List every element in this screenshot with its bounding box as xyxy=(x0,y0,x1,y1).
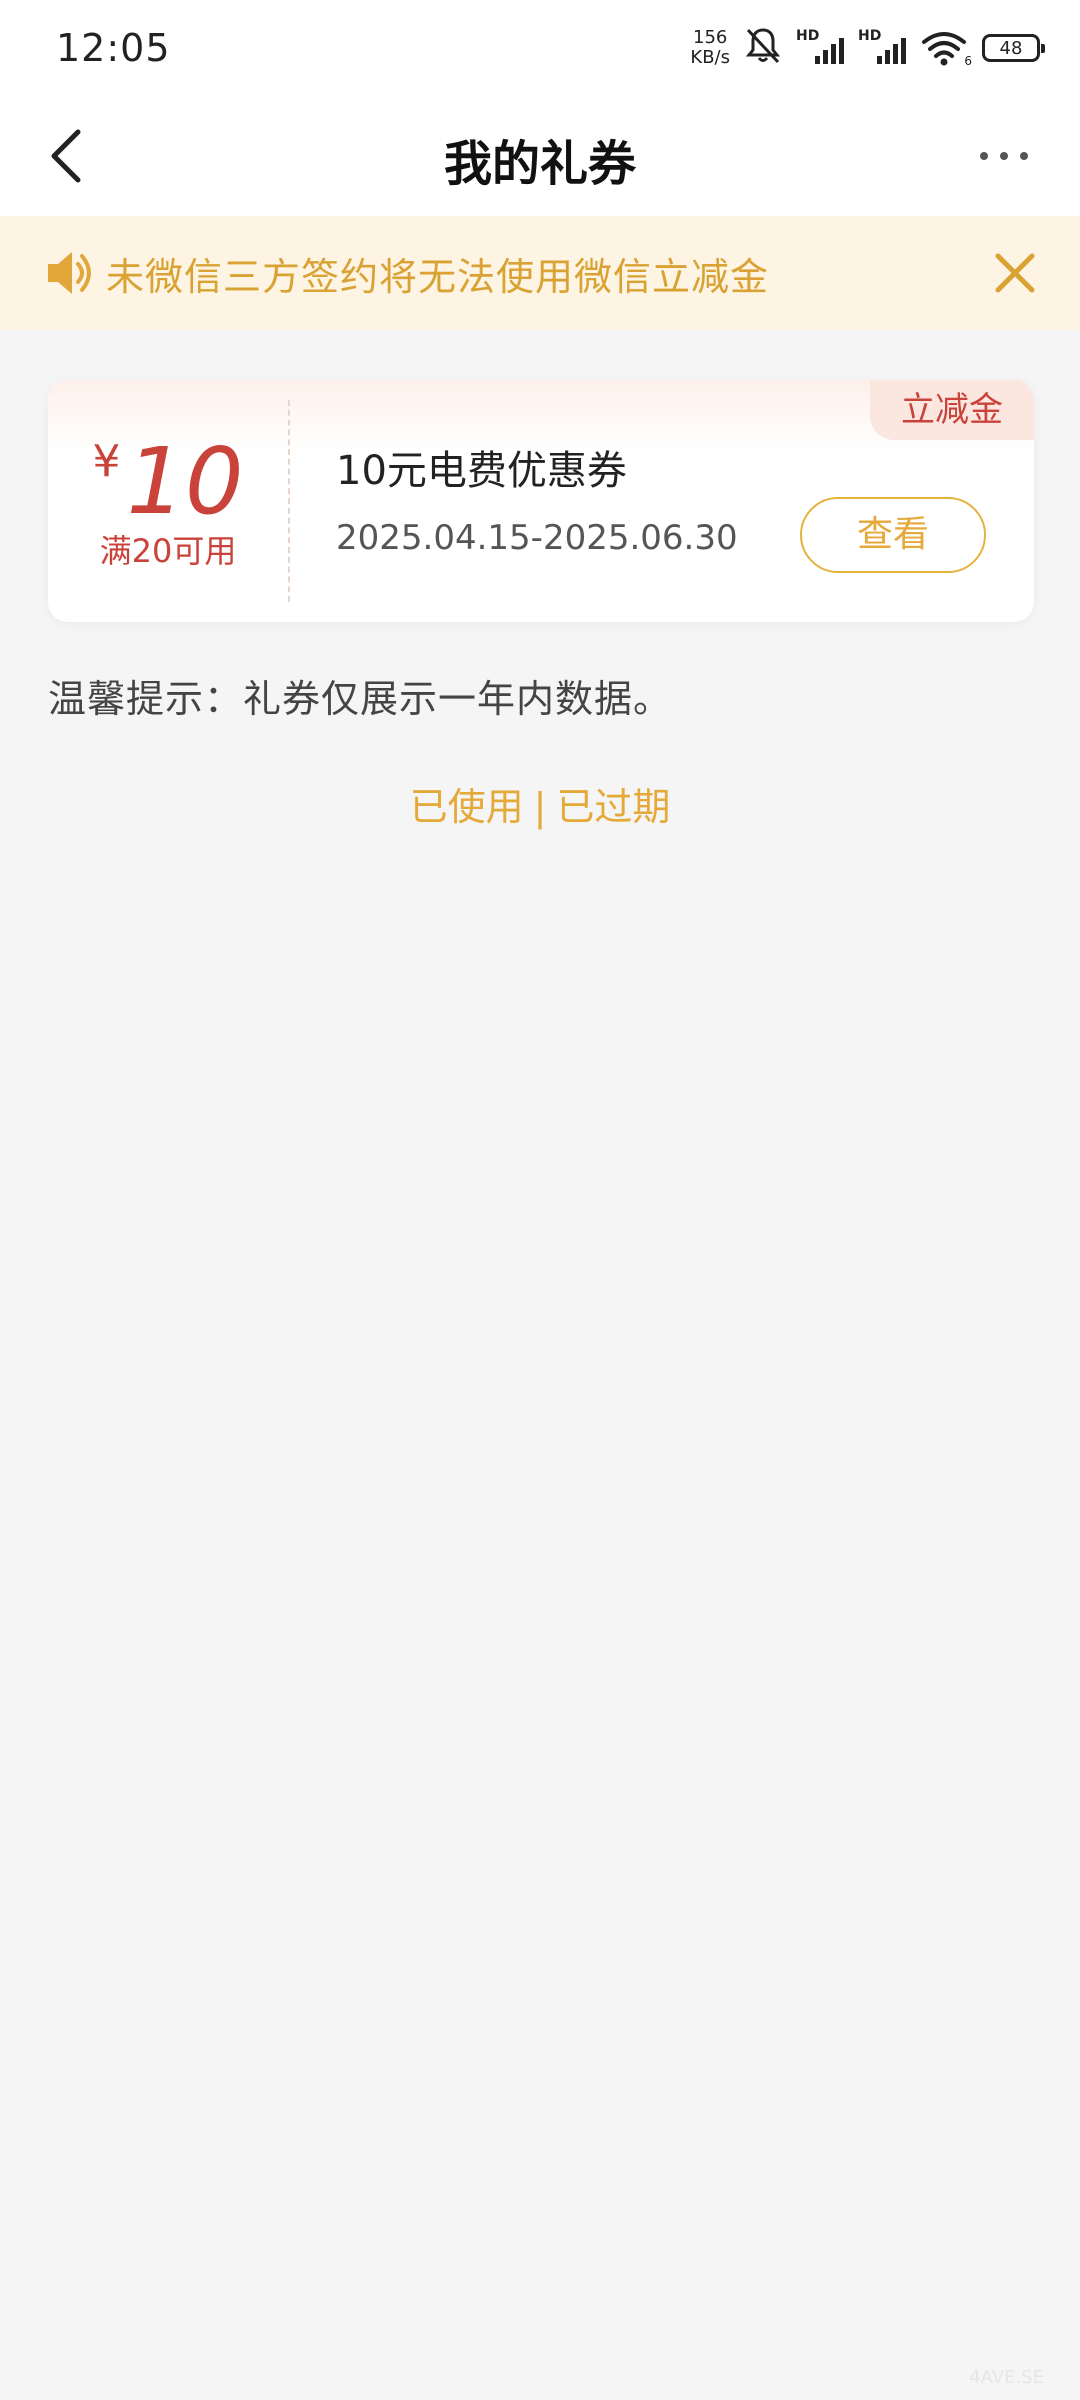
network-speed-unit: KB/s xyxy=(690,47,730,68)
history-links: 已使用 | 已过期 xyxy=(0,776,1080,831)
expired-coupons-link[interactable]: 已过期 xyxy=(556,785,670,829)
coupon-name: 10元电费优惠券 xyxy=(336,448,627,494)
more-button[interactable] xyxy=(964,116,1044,196)
used-coupons-link[interactable]: 已使用 xyxy=(410,785,524,829)
signal-icon: HD xyxy=(858,28,906,68)
coupon-amount-block: ¥10 满20可用 xyxy=(48,380,288,622)
coupon-date-range: 2025.04.15-2025.06.30 xyxy=(336,518,738,558)
view-coupon-button[interactable]: 查看 xyxy=(800,497,986,573)
tip-text: 温馨提示：礼券仅展示一年内数据。 xyxy=(48,677,673,721)
signal-icon: HD xyxy=(796,28,844,68)
currency-symbol: ¥ xyxy=(92,436,121,487)
coupon-amount-value: 10 xyxy=(126,428,244,535)
status-icons: 156 KB/s HD HD 6 48 xyxy=(690,22,1045,74)
battery-level: 48 xyxy=(999,37,1023,59)
page-title: 我的礼券 xyxy=(443,136,636,192)
close-icon xyxy=(995,253,1035,293)
more-dots-icon xyxy=(980,152,988,160)
status-bar: 12:05 156 KB/s HD HD 6 48 xyxy=(0,0,1080,96)
notice-bar: 未微信三方签约将无法使用微信立减金 xyxy=(0,216,1080,330)
nav-bar: 我的礼券 xyxy=(0,96,1080,216)
coupon-condition: 满20可用 xyxy=(99,532,237,570)
watermark: 4AVE.SE xyxy=(969,2367,1044,2388)
bell-muted-icon xyxy=(744,26,782,70)
network-speed-value: 156 xyxy=(693,27,728,48)
notice-close-button[interactable] xyxy=(990,248,1040,298)
battery-icon: 48 xyxy=(982,34,1045,62)
notice-text: 未微信三方签约将无法使用微信立减金 xyxy=(106,255,770,299)
wifi-sub-label: 6 xyxy=(964,54,972,68)
status-time: 12:05 xyxy=(56,26,171,70)
coupon-card[interactable]: 立减金 ¥10 满20可用 10元电费优惠券 2025.04.15-2025.0… xyxy=(48,380,1034,622)
coupon-amount: ¥10 xyxy=(48,436,288,528)
wifi-icon: 6 xyxy=(920,28,972,68)
link-separator: | xyxy=(533,785,547,829)
coupon-type-badge: 立减金 xyxy=(870,380,1034,440)
card-divider xyxy=(288,400,290,602)
network-speed: 156 KB/s xyxy=(690,28,730,68)
speaker-icon xyxy=(44,246,94,300)
